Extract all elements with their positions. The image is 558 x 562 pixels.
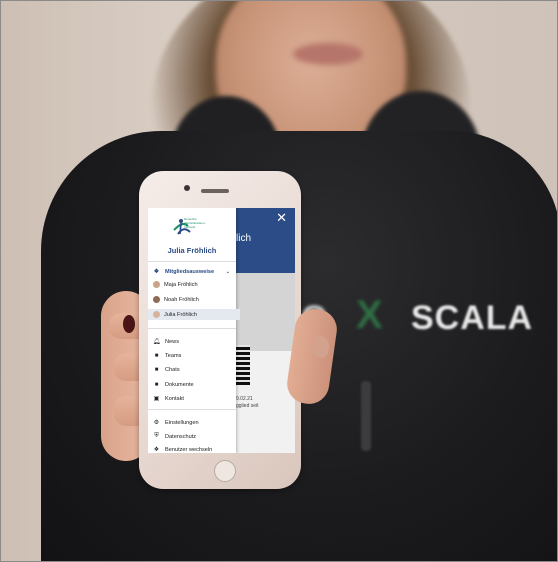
hoodie-logo-mark: X [356, 293, 383, 337]
menu-label: Benutzer wechseln [165, 446, 213, 453]
card-member-since: gglied seit [236, 403, 259, 409]
avatar [153, 281, 160, 288]
menu-item-einstellungen[interactable]: ⚙ Einstellungen [152, 417, 234, 428]
app-title: lich [236, 233, 252, 244]
member-item-maja[interactable]: Maja Fröhlich [152, 279, 234, 290]
bell-icon: 🔔︎ [152, 339, 161, 345]
menu-label: Kontakt [165, 395, 184, 402]
member-name: Noah Fröhlich [164, 296, 199, 303]
document-icon: ■ [154, 381, 159, 388]
user-name: Julia Fröhlich [167, 246, 217, 255]
menu-label: Dokumente [165, 381, 194, 388]
lips [293, 43, 363, 65]
card-date: 9.02.21 [236, 396, 253, 402]
menu-item-kontakt[interactable]: ▣ Kontakt [152, 393, 234, 404]
nail [123, 315, 135, 333]
avatar [153, 296, 160, 303]
speaker [201, 189, 229, 193]
chat-icon: ■ [154, 366, 159, 373]
thumb-nail [313, 336, 329, 358]
menu-label: News [165, 338, 179, 345]
app-header: ✕ lich [236, 208, 295, 273]
qr-code [236, 345, 250, 385]
divider [148, 328, 236, 329]
avatar [153, 311, 160, 318]
menu-item-benutzer-wechseln[interactable]: ❖ Benutzer wechseln [152, 444, 234, 454]
contact-icon: ▣ [153, 396, 160, 402]
home-button[interactable] [214, 460, 236, 482]
id-card-icon: ❖ [153, 269, 160, 275]
divider [148, 261, 236, 262]
member-name: Maja Fröhlich [164, 281, 198, 288]
menu-item-news[interactable]: 🔔︎ News [152, 336, 234, 347]
member-name: Julia Fröhlich [164, 311, 197, 318]
navigation-drawer: Deutsche Alkoholkranken-Verband Julia Fr… [148, 208, 240, 454]
membership-card: 9.02.21 gglied seit [236, 273, 295, 409]
menu-label: Teams [165, 352, 182, 359]
switch-user-icon: ❖ [153, 447, 160, 453]
app-background: ✕ lich 9.02.21 gglied seit [236, 208, 295, 453]
hoodie-string [361, 381, 371, 451]
phone-screen: ✕ lich 9.02.21 gglied seit Deutsche Alko… [148, 208, 295, 453]
brand-text: Deutsche Alkoholkranken-Verband [184, 217, 206, 229]
menu-item-datenschutz[interactable]: ⛨ Datenschutz [152, 431, 234, 442]
users-icon: ■ [154, 352, 159, 359]
menu-label: Einstellungen [165, 419, 199, 426]
gear-icon: ⚙ [153, 420, 160, 426]
member-item-noah[interactable]: Noah Fröhlich [152, 294, 234, 305]
menu-label: Datenschutz [165, 433, 197, 440]
member-item-julia[interactable]: Julia Fröhlich [148, 309, 240, 320]
menu-label: Chats [165, 366, 180, 373]
divider [148, 409, 236, 410]
shield-icon: ⛨ [154, 433, 159, 439]
membership-section[interactable]: ❖ Mitgliedsausweise ⌄ [152, 266, 234, 277]
menu-item-chats[interactable]: ■ Chats [152, 364, 234, 375]
chevron-down-icon: ⌄ [225, 268, 230, 275]
photo-frame: O X SCALA ✕ lich 9.02.21 gglied seit [0, 0, 558, 562]
close-icon[interactable]: ✕ [276, 210, 287, 226]
menu-item-teams[interactable]: ■ Teams [152, 350, 234, 361]
hoodie-logo-word: SCALA [411, 299, 534, 337]
front-camera [184, 185, 190, 191]
menu-item-dokumente[interactable]: ■ Dokumente [152, 379, 234, 390]
membership-label: Mitgliedsausweise [165, 268, 215, 275]
